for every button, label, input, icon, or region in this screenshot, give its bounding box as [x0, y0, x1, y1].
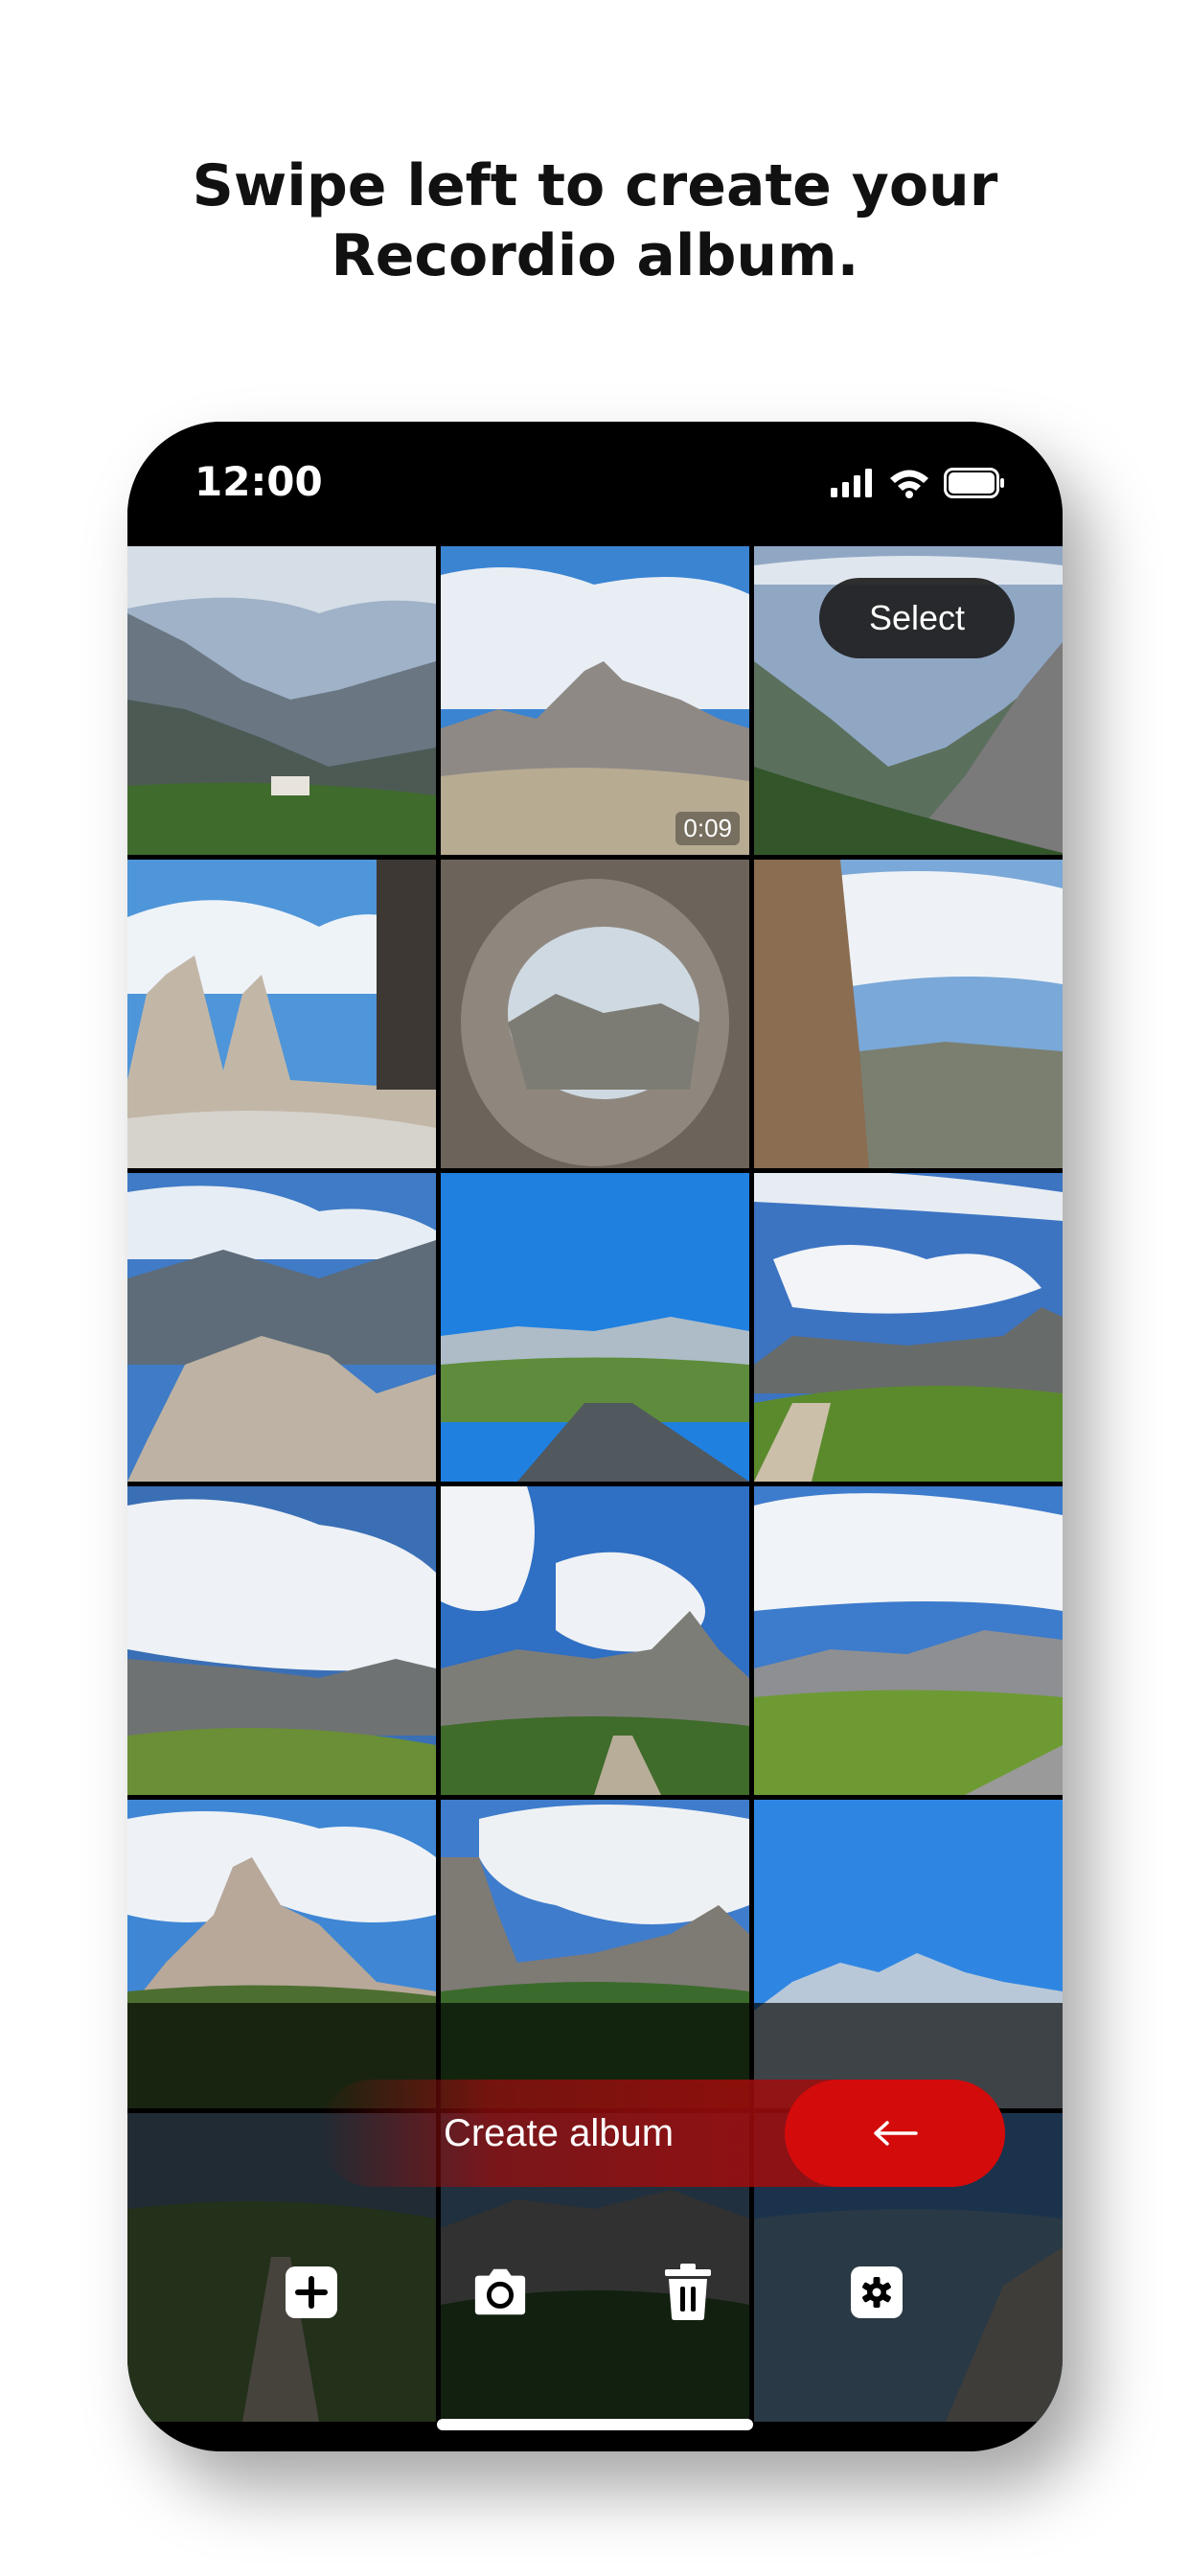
home-indicator[interactable]	[437, 2419, 753, 2430]
signal-icon	[831, 469, 872, 497]
phone-frame: 12:00 0:09 Select Create album	[127, 422, 1063, 2451]
status-time: 12:00	[195, 458, 323, 505]
battery-icon	[944, 468, 1004, 498]
photo-tile[interactable]	[441, 1486, 749, 1795]
photo-tile[interactable]	[754, 1173, 1063, 1482]
camera-icon	[474, 2268, 526, 2315]
headline-line-1: Swipe left to create your	[192, 152, 998, 219]
photo-tile[interactable]	[127, 860, 436, 1168]
headline: Swipe left to create your Recordio album…	[0, 151, 1190, 291]
photo-tile[interactable]	[127, 1486, 436, 1795]
photo-tile[interactable]	[127, 1173, 436, 1482]
video-duration: 0:09	[675, 812, 740, 845]
video-tile[interactable]: 0:09	[441, 546, 749, 855]
camera-button[interactable]	[471, 2264, 529, 2321]
photo-tile[interactable]	[754, 860, 1063, 1168]
delete-button[interactable]	[659, 2264, 717, 2321]
photo-tile[interactable]	[441, 860, 749, 1168]
plus-icon	[286, 2266, 337, 2318]
create-album-label: Create album	[443, 2111, 675, 2154]
add-button[interactable]	[283, 2264, 340, 2321]
photo-tile[interactable]	[754, 1486, 1063, 1795]
photo-tile[interactable]	[127, 546, 436, 855]
settings-button[interactable]	[848, 2264, 905, 2321]
trash-icon	[665, 2264, 711, 2320]
photo-tile[interactable]	[441, 1173, 749, 1482]
wifi-icon	[890, 470, 928, 498]
status-bar: 12:00	[127, 422, 1063, 546]
swipe-create-album-button[interactable]	[785, 2080, 1005, 2187]
select-button[interactable]: Select	[819, 578, 1015, 658]
headline-line-2: Recordio album.	[331, 222, 859, 289]
settings-icon	[851, 2266, 903, 2318]
arrow-left-icon	[874, 2121, 918, 2146]
